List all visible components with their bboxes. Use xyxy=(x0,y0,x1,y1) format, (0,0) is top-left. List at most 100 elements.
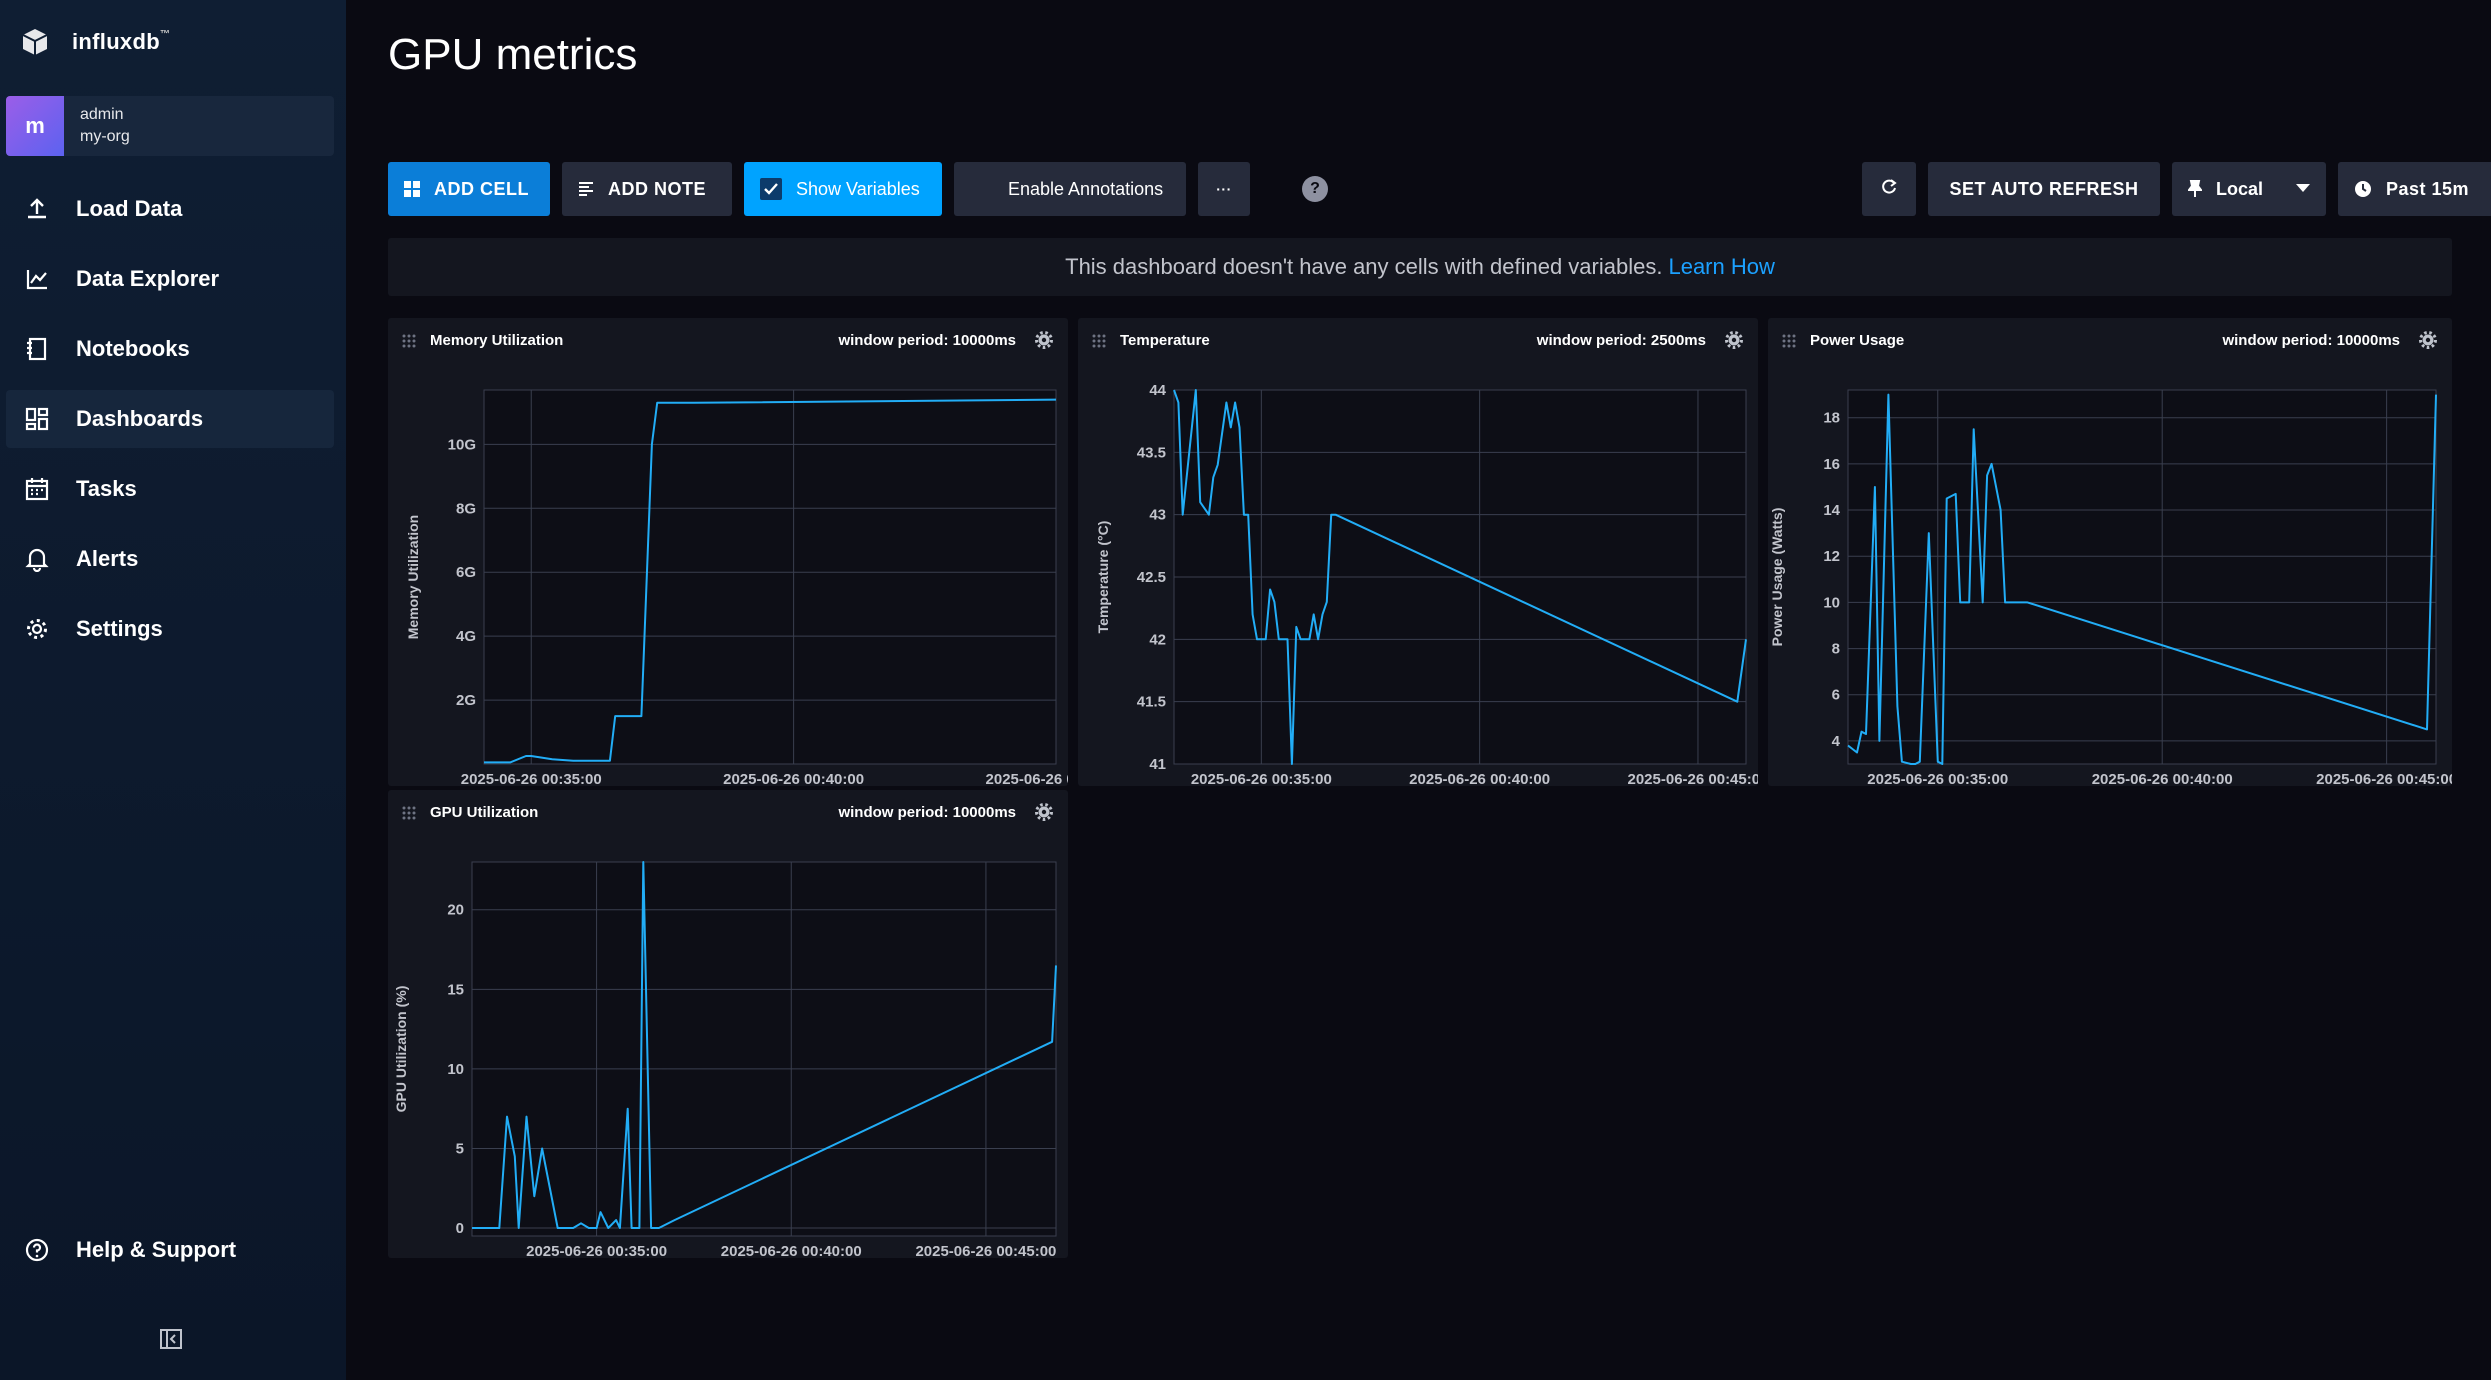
drag-handle-icon[interactable] xyxy=(1782,334,1796,348)
collapse-sidebar-icon[interactable] xyxy=(158,1326,184,1352)
user-name: admin xyxy=(80,106,124,123)
time-range-dropdown[interactable]: Past 15m xyxy=(2338,162,2491,216)
gear-icon[interactable] xyxy=(1034,330,1054,350)
x-tick-label: 2025-06-26 00:35:00 xyxy=(526,1243,667,1258)
y-tick-label: 14 xyxy=(1823,502,1840,519)
more-options-button[interactable]: ··· xyxy=(1198,162,1250,216)
bell-icon xyxy=(22,544,52,574)
x-tick-label: 2025-06-26 00:45:00 xyxy=(2316,771,2452,786)
notebook-icon xyxy=(22,334,52,364)
plot-area xyxy=(483,389,1057,765)
question-circle-icon xyxy=(22,1235,52,1265)
y-tick-label: 41 xyxy=(1149,756,1166,773)
cell-temperature: Temperature window period: 2500ms 41 41.5… xyxy=(1078,318,1758,786)
grid-plus-icon xyxy=(404,181,420,197)
sidebar-item-data-explorer[interactable]: Data Explorer xyxy=(6,250,334,308)
x-tick-label: 2025-06-26 00:35:00 xyxy=(1867,771,2008,786)
y-tick-label: 20 xyxy=(447,902,464,919)
y-tick-label: 42 xyxy=(1149,631,1166,648)
cell-power-usage: Power Usage window period: 10000ms 4 6 8 10… xyxy=(1768,318,2452,786)
cell-header: Temperature window period: 2500ms xyxy=(1078,318,1758,364)
dashboard-grid-icon xyxy=(22,404,52,434)
plot-area xyxy=(471,861,1057,1237)
x-tick-label: 2025-06-26 00:40:00 xyxy=(721,1243,862,1258)
add-cell-button[interactable]: ADD CELL xyxy=(388,162,550,216)
cell-title: GPU Utilization xyxy=(430,804,539,821)
gpu-utilization-chart[interactable]: 0 5 10 15 20 2025-06-26 00:35:00 2025-06-26 00… xyxy=(388,836,1068,1258)
influxdb-logo[interactable]: influxdb™ xyxy=(20,24,170,60)
y-tick-label: 12 xyxy=(1823,548,1840,565)
line-graph-icon xyxy=(22,264,52,294)
sidebar-item-dashboards[interactable]: Dashboards xyxy=(6,390,334,448)
help-icon[interactable]: ? xyxy=(1302,176,1328,202)
note-lines-icon xyxy=(578,181,594,197)
window-period: window period: 10000ms xyxy=(838,332,1016,349)
drag-handle-icon[interactable] xyxy=(402,806,416,820)
banner-text: This dashboard doesn't have any cells wi… xyxy=(1065,254,1663,279)
y-axis-label: Memory Utilization xyxy=(405,515,421,639)
refresh-button[interactable] xyxy=(1862,162,1916,216)
x-tick-label: 2025-06-26 00:45:00 xyxy=(915,1243,1056,1258)
gear-icon[interactable] xyxy=(1034,802,1054,822)
drag-handle-icon[interactable] xyxy=(402,334,416,348)
clock-icon xyxy=(2354,180,2372,198)
y-tick-label: 43.5 xyxy=(1137,444,1166,461)
y-tick-label: 18 xyxy=(1823,410,1840,427)
sidebar-item-settings[interactable]: Settings xyxy=(6,600,334,658)
window-period: window period: 10000ms xyxy=(838,804,1016,821)
sidebar-item-help[interactable]: Help & Support xyxy=(6,1221,334,1279)
y-tick-label: 42.5 xyxy=(1137,569,1166,586)
x-tick-label: 2025-06-26 00:40:00 xyxy=(723,771,864,786)
y-tick-label: 0 xyxy=(456,1220,464,1237)
temperature-chart[interactable]: 41 41.5 42 42.5 43 43.5 44 2025-06-26 00:35:00 2… xyxy=(1078,364,1758,786)
x-tick-label: 2025-06-26 00:40:00 xyxy=(1409,771,1550,786)
cell-header: GPU Utilization window period: 10000ms xyxy=(388,790,1068,836)
auto-refresh-button[interactable]: SET AUTO REFRESH xyxy=(1928,162,2160,216)
sidebar-item-alerts[interactable]: Alerts xyxy=(6,530,334,588)
sidebar-item-tasks[interactable]: Tasks xyxy=(6,460,334,518)
sidebar-item-load-data[interactable]: Load Data xyxy=(6,180,334,238)
y-axis-label: GPU Utilization (%) xyxy=(393,986,409,1113)
sidebar: influxdb™ m admin my-org Load Data Data … xyxy=(0,0,346,1380)
y-tick-label: 8 xyxy=(1832,641,1840,658)
window-period: window period: 2500ms xyxy=(1536,332,1706,349)
x-tick-label: 2025-06-26 00:45:00 xyxy=(1627,771,1758,786)
power-usage-chart[interactable]: 4 6 8 10 12 14 16 18 2025-06-26 00:35:00 2025-06-… xyxy=(1768,364,2452,786)
dashboard-toolbar: ADD CELL ADD NOTE Show Variables Enable … xyxy=(388,162,2491,216)
y-tick-label: 10G xyxy=(448,436,476,453)
memory-utilization-chart[interactable]: 2G 4G 6G 8G 10G 2025-06-26 00:35:00 2025-06-26… xyxy=(388,364,1068,786)
window-period: window period: 10000ms xyxy=(2222,332,2400,349)
gear-icon[interactable] xyxy=(2418,330,2438,350)
timezone-dropdown[interactable]: Local xyxy=(2172,162,2326,216)
x-tick-label: 2025-06-26 00:45:00 xyxy=(986,771,1068,786)
add-note-button[interactable]: ADD NOTE xyxy=(562,162,732,216)
chevron-down-icon xyxy=(2296,184,2310,192)
sidebar-item-notebooks[interactable]: Notebooks xyxy=(6,320,334,378)
cell-title: Power Usage xyxy=(1810,332,1905,349)
y-tick-label: 8G xyxy=(456,500,476,517)
show-variables-toggle[interactable]: Show Variables xyxy=(744,162,942,216)
checkbox-checked-icon xyxy=(760,178,782,200)
sidebar-item-label: Data Explorer xyxy=(76,266,220,291)
y-tick-label: 16 xyxy=(1823,456,1840,473)
main-content: GPU metrics ADD CELL ADD NOTE Show Varia… xyxy=(346,0,2491,1380)
cell-gpu-utilization: GPU Utilization window period: 10000ms 0… xyxy=(388,790,1068,1258)
sidebar-item-label: Load Data xyxy=(76,196,183,221)
cell-title: Memory Utilization xyxy=(430,332,564,349)
gear-icon xyxy=(22,614,52,644)
org-name: my-org xyxy=(80,128,130,145)
page-title[interactable]: GPU metrics xyxy=(388,30,637,80)
gear-icon[interactable] xyxy=(1724,330,1744,350)
enable-annotations-toggle[interactable]: Enable Annotations xyxy=(954,162,1186,216)
org-switcher[interactable]: m admin my-org xyxy=(6,96,334,156)
sidebar-item-label: Help & Support xyxy=(76,1237,237,1262)
sidebar-item-label: Dashboards xyxy=(76,406,204,431)
cell-header: Memory Utilization window period: 10000m… xyxy=(388,318,1068,364)
drag-handle-icon[interactable] xyxy=(1092,334,1106,348)
sidebar-item-label: Tasks xyxy=(76,476,137,501)
influxdb-cube-icon xyxy=(22,29,48,55)
learn-how-link[interactable]: Learn How xyxy=(1668,254,1774,280)
y-tick-label: 6G xyxy=(456,564,476,581)
y-tick-label: 15 xyxy=(447,981,464,998)
sidebar-item-label: Settings xyxy=(76,616,163,641)
